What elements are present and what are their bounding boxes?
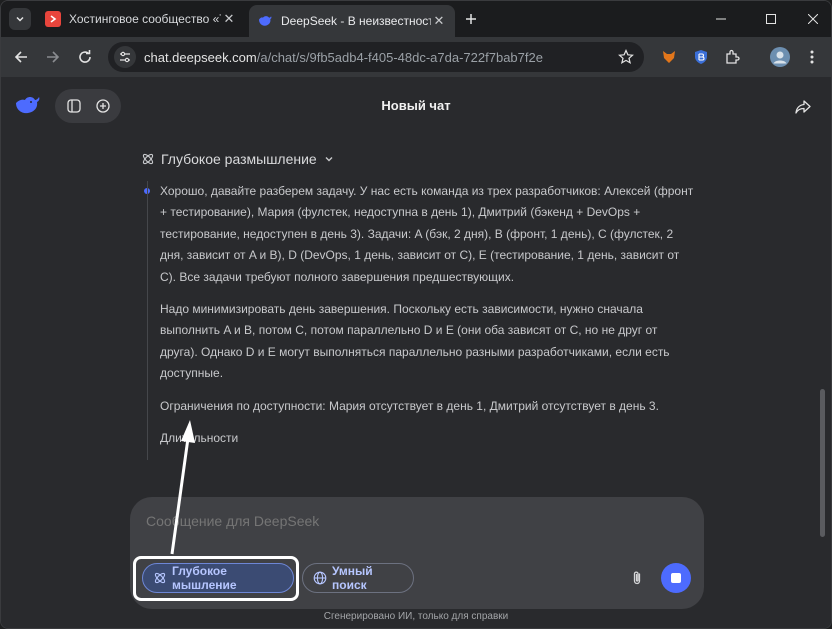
reload-button[interactable] [73,45,97,69]
thinking-paragraph: Длительности [160,431,239,446]
url-host: chat.deepseek.com [144,49,257,65]
tab-title: Хостинговое сообщество «Tim [69,12,221,26]
minimize-icon [716,18,726,20]
tab-deepseek[interactable]: DeepSeek - В неизвестность ✕ [249,5,455,37]
reload-icon [79,50,91,63]
shield-extension-icon[interactable] [690,46,712,68]
thinking-paragraph: Ограничения по доступности: Мария отсутс… [160,398,659,413]
web-search-button[interactable]: Умный поиск [302,563,414,593]
paperclip-icon[interactable] [628,569,646,587]
close-icon [808,14,818,24]
thinking-content: Хорошо, давайте разберем задачу. У нас е… [147,181,695,461]
deep-thinking-toggle[interactable]: Глубокое размышление [141,151,334,167]
tab-strip: Хостинговое сообщество «Tim ✕ DeepSeek -… [1,1,831,37]
plus-icon [466,14,476,24]
profile-avatar[interactable] [769,46,791,68]
url-path: /a/chat/s/9fb5adb4-f405-48dc-a7da-722f7b… [256,49,543,65]
deepseek-favicon-icon [257,13,273,29]
close-window-button[interactable] [801,7,825,31]
highlight-box [133,556,299,601]
browser-window: Хостинговое сообщество «Tim ✕ DeepSeek -… [0,0,832,629]
maximize-button[interactable] [759,7,783,31]
close-tab-icon[interactable]: ✕ [431,13,447,29]
message-input[interactable] [146,513,646,529]
close-tab-icon[interactable]: ✕ [221,11,237,27]
arrow-left-icon [14,51,27,63]
arrow-right-icon [47,51,60,63]
browser-toolbar: chat.deepseek.com/a/chat/s/9fb5adb4-f405… [1,37,831,77]
maximize-icon [766,14,776,24]
globe-icon [313,571,327,585]
bookmark-star-icon[interactable] [618,49,634,65]
stop-icon [671,573,681,583]
chevron-down-icon [325,157,333,162]
timeweb-favicon-icon [45,11,61,27]
stop-generation-button[interactable] [661,563,691,593]
ai-disclaimer: Сгенерировано ИИ, только для справки [323,611,509,622]
thinking-paragraph: Надо минимизировать день завершения. Пос… [160,302,670,381]
tab-search-button[interactable] [9,8,31,30]
fox-extension-icon[interactable] [658,46,680,68]
deepseek-chat-page: Новый чат Глубокое размышление Хорошо, д… [1,77,831,628]
web-search-label: Умный поиск [332,564,373,592]
thinking-paragraph: Хорошо, давайте разберем задачу. У нас е… [160,184,694,284]
scrollbar[interactable] [820,389,825,537]
tab-title: DeepSeek - В неизвестность [281,14,431,28]
atom-icon [141,152,155,166]
address-bar[interactable]: chat.deepseek.com/a/chat/s/9fb5adb4-f405… [108,42,644,72]
chevron-down-icon [16,16,24,22]
back-button[interactable] [9,45,33,69]
new-tab-button[interactable] [461,9,481,29]
chat-title: Новый чат [381,98,451,113]
tab-timeweb[interactable]: Хостинговое сообщество «Tim ✕ [37,5,245,33]
extensions-puzzle-icon[interactable] [721,46,743,68]
site-info-icon[interactable] [114,46,136,68]
more-vertical-icon [810,50,814,64]
thinking-label: Глубокое размышление [161,151,317,167]
browser-menu-button[interactable] [801,46,823,68]
url-text: chat.deepseek.com/a/chat/s/9fb5adb4-f405… [144,50,543,65]
forward-button[interactable] [41,45,65,69]
minimize-button[interactable] [709,7,733,31]
share-icon[interactable] [793,97,813,117]
